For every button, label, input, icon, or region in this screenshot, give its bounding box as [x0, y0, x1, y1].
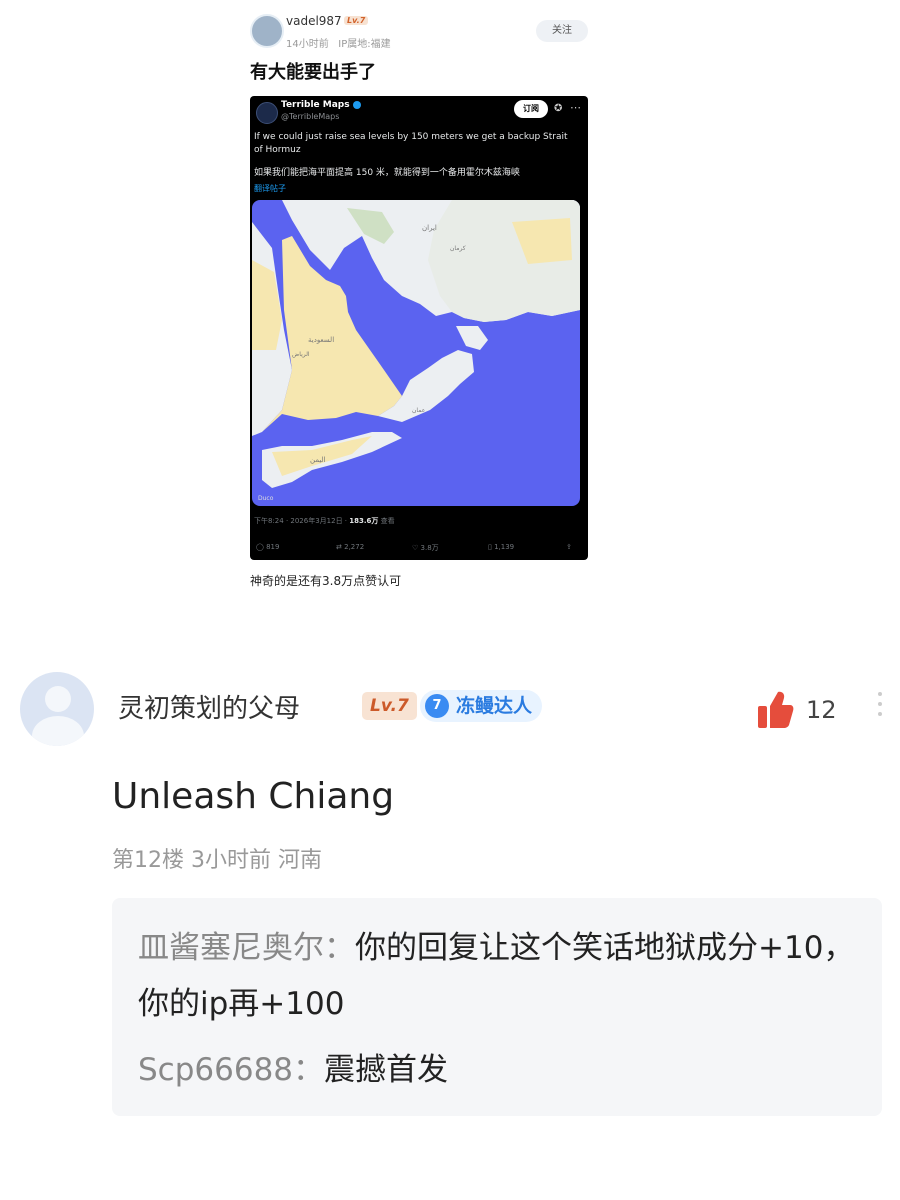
map-watermark: Duco	[258, 495, 274, 502]
tweet-avatar	[256, 102, 278, 124]
tweet-views-suffix: 查看	[378, 517, 395, 525]
tweet-author-name: Terrible Maps	[281, 100, 350, 110]
map-label-oman: عمان	[412, 407, 425, 414]
commenter-username[interactable]: 灵初策划的父母	[118, 688, 300, 725]
reply-stat: ◯ 819	[256, 543, 279, 551]
tweet-stats-bar: ◯ 819 ⇄ 2,272 ♡ 3.8万 ▯ 1,139 ⇪	[250, 540, 588, 558]
bookmark-count: 1,139	[494, 543, 515, 551]
retweet-count: 2,272	[344, 543, 365, 551]
reply-item-1[interactable]: 皿酱塞尼奥尔：你的回复让这个笑话地狱成分+10，你的ip再+100	[138, 920, 873, 1032]
tweet-views: 183.6万	[349, 517, 379, 525]
thumbs-up-icon[interactable]	[756, 690, 794, 730]
retweet-icon: ⇄	[336, 543, 342, 551]
comment-like-count: 12	[806, 696, 837, 724]
bookmark-stat: ▯ 1,139	[488, 543, 514, 551]
post-meta: 14小时前 IP属地:福建	[286, 35, 391, 50]
tweet-datetime: 下午8:24 · 2026年3月12日 ·	[254, 517, 350, 525]
translate-link: 翻译帖子	[254, 184, 286, 193]
reply-count: 819	[266, 543, 280, 551]
like-stat: ♡ 3.8万	[412, 543, 439, 553]
poster-username[interactable]: vadel987	[286, 14, 342, 28]
verified-icon	[352, 100, 361, 109]
map-label-iran: ایران	[422, 224, 437, 232]
reply-2-author[interactable]: Scp66688：	[138, 1052, 324, 1088]
comment-more-icon[interactable]	[878, 692, 882, 726]
share-icon: ⇪	[566, 543, 572, 551]
bookmark-icon: ▯	[488, 543, 492, 551]
tweet-subscribe-button: 订阅	[514, 100, 548, 118]
commenter-avatar[interactable]	[20, 672, 94, 746]
tweet-handle: @TerribleMaps	[281, 112, 340, 121]
reply-2-text: 震撼首发	[324, 1052, 449, 1088]
comment-text: Unleash Chiang	[112, 776, 395, 817]
grok-icon: ✪	[554, 103, 563, 114]
retweet-stat: ⇄ 2,272	[336, 543, 364, 551]
map-label-kerman: کرمان	[450, 245, 466, 252]
tweet-text-en: If we could just raise sea levels by 150…	[254, 132, 568, 155]
more-icon: ⋯	[570, 101, 581, 114]
poster-avatar[interactable]	[250, 14, 284, 48]
reply-item-2[interactable]: Scp66688：震撼首发	[138, 1044, 448, 1089]
badge-diamond-icon: 7	[425, 694, 449, 718]
follow-button[interactable]: 关注	[536, 20, 588, 42]
tweet-text-zh: 如果我们能把海平面提高 150 米，就能得到一个备用霍尔木兹海峡	[254, 168, 520, 178]
map-label-riyadh: الرياض	[292, 351, 310, 358]
post-caption: 神奇的是还有3.8万点赞认可	[250, 574, 402, 588]
post-title: 有大能要出手了	[250, 62, 376, 83]
poster-level-badge: Lv.7	[344, 16, 369, 25]
comment-meta: 第12楼 3小时前 河南	[112, 848, 322, 873]
map-label-yemen: اليمن	[310, 456, 326, 464]
map-image: السعودية الرياض اليمن عمان ایران کرمان D…	[252, 200, 580, 506]
heart-icon: ♡	[412, 544, 419, 552]
reply-1-author[interactable]: 皿酱塞尼奥尔：	[138, 930, 355, 966]
map-label-saudi: السعودية	[308, 336, 334, 344]
post-time: 14小时前	[286, 39, 329, 50]
tweet-timestamp: 下午8:24 · 2026年3月12日 · 183.6万 查看	[254, 516, 395, 526]
post-ip: IP属地:福建	[338, 39, 391, 50]
tweet-author: Terrible Maps	[281, 100, 361, 110]
like-count-tweet: 3.8万	[420, 544, 439, 552]
reply-icon: ◯	[256, 543, 264, 551]
commenter-level-badge: Lv.7	[362, 692, 417, 720]
